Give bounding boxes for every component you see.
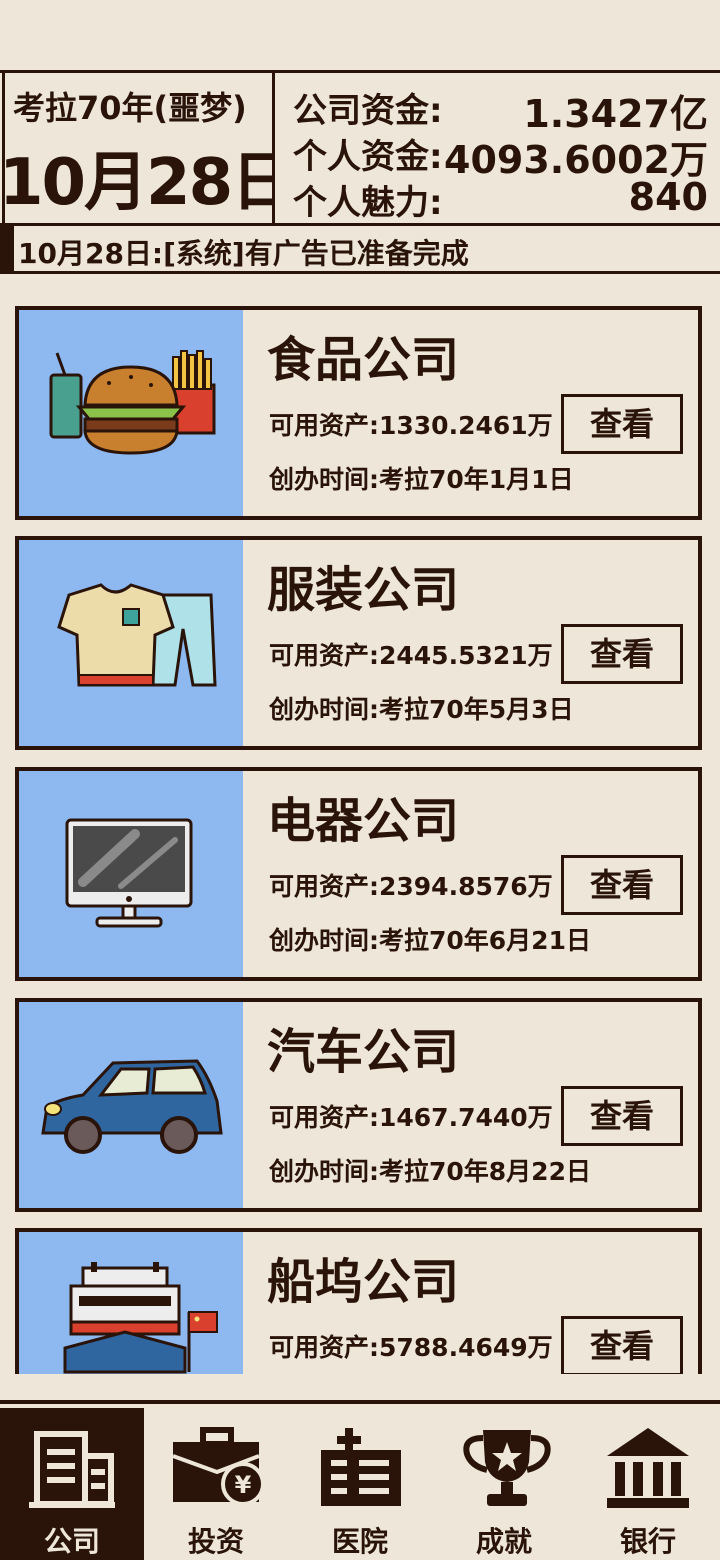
date-panel: 考拉70年(噩梦) 10月28日 [2,70,275,226]
company-name: 食品公司 [267,332,460,388]
company-card-car[interactable]: 汽车公司 可用资产:1467.7440万 创办时间:考拉70年8月22日 查看 [15,998,702,1212]
food-icon [49,350,216,455]
company-funds-label: 公司资金: [293,91,443,131]
nav-tab-bank[interactable]: 银行 [576,1408,720,1560]
company-assets: 可用资产:2445.5321万 [269,641,553,670]
company-founded: 创办时间:考拉70年8月22日 [269,1157,591,1186]
personal-funds-row: 个人资金: 4093.6002万 [293,129,708,182]
company-assets: 可用资产:5788.4649万 [269,1333,553,1362]
status-header: 考拉70年(噩梦) 10月28日 公司资金: 1.3427亿 个人资金: 409… [0,70,720,226]
company-thumbnail [19,540,243,746]
nav-label: 医院 [331,1525,388,1558]
company-founded: 创办时间:考拉70年5月3日 [269,695,574,724]
day-label: 10月28日 [2,146,275,220]
nav-tab-company[interactable]: 公司 [0,1408,144,1560]
personal-funds-label: 个人资金: [293,137,443,177]
nav-label: 公司 [43,1525,100,1558]
company-card-food[interactable]: 食品公司 可用资产:1330.2461万 创办时间:考拉70年1月1日 查看 [15,306,702,520]
charm-value: 840 [628,175,708,219]
company-assets: 可用资产:2394.8576万 [269,872,553,901]
company-card-electronics[interactable]: 电器公司 可用资产:2394.8576万 创办时间:考拉70年6月21日 查看 [15,767,702,981]
nav-label: 银行 [619,1525,676,1558]
bottom-nav: 公司 ¥ 投资 医院 成就 银行 [0,1400,720,1560]
company-thumbnail [19,771,243,977]
system-notice[interactable]: 10月28日:[系统]有广告已准备完成 [0,226,720,274]
hospital-icon [321,1428,401,1506]
charm-row: 个人魅力: 840 [293,175,708,223]
clothing-icon [57,583,217,687]
view-button[interactable]: 查看 [561,1086,683,1146]
nav-tab-achievements[interactable]: 成就 [432,1408,576,1560]
company-name: 电器公司 [267,793,460,849]
view-button[interactable]: 查看 [561,1316,683,1374]
charm-label: 个人魅力: [293,183,443,223]
company-list[interactable]: 食品公司 可用资产:1330.2461万 创办时间:考拉70年1月1日 查看 服… [0,290,720,1374]
company-assets: 可用资产:1467.7440万 [269,1103,553,1132]
briefcase-yen-icon: ¥ [172,1427,265,1506]
nav-label: 成就 [475,1525,532,1558]
company-name: 船坞公司 [267,1254,460,1310]
company-thumbnail [19,1232,243,1374]
funds-panel: 公司资金: 1.3427亿 个人资金: 4093.6002万 个人魅力: 840 [275,73,720,223]
company-name: 服装公司 [267,562,460,618]
company-funds-row: 公司资金: 1.3427亿 [293,83,708,136]
nav-tab-hospital[interactable]: 医院 [288,1408,432,1560]
svg-text:¥: ¥ [235,1471,252,1499]
company-thumbnail [19,1002,243,1208]
company-card-clothing[interactable]: 服装公司 可用资产:2445.5321万 创办时间:考拉70年5月3日 查看 [15,536,702,750]
bank-icon [607,1428,689,1508]
monitor-icon [65,818,193,928]
notice-marker [0,226,14,271]
view-button[interactable]: 查看 [561,624,683,684]
company-assets: 可用资产:1330.2461万 [269,411,553,440]
company-founded: 创办时间:考拉70年1月1日 [269,465,574,494]
view-button[interactable]: 查看 [561,855,683,915]
nav-tab-investment[interactable]: ¥ 投资 [144,1408,288,1560]
company-founded: 创办时间:考拉70年6月21日 [269,926,591,955]
company-card-shipyard[interactable]: 船坞公司 可用资产:5788.4649万 查看 [15,1228,702,1374]
year-label: 考拉70年(噩梦) [13,89,247,127]
ship-icon [63,1262,218,1374]
company-thumbnail [19,310,243,516]
view-button[interactable]: 查看 [561,394,683,454]
car-icon [41,1059,223,1154]
trophy-icon [463,1430,551,1506]
company-name: 汽车公司 [267,1024,460,1080]
building-icon [29,1431,115,1508]
nav-label: 投资 [187,1525,244,1558]
notice-text: 10月28日:[系统]有广告已准备完成 [18,237,469,270]
